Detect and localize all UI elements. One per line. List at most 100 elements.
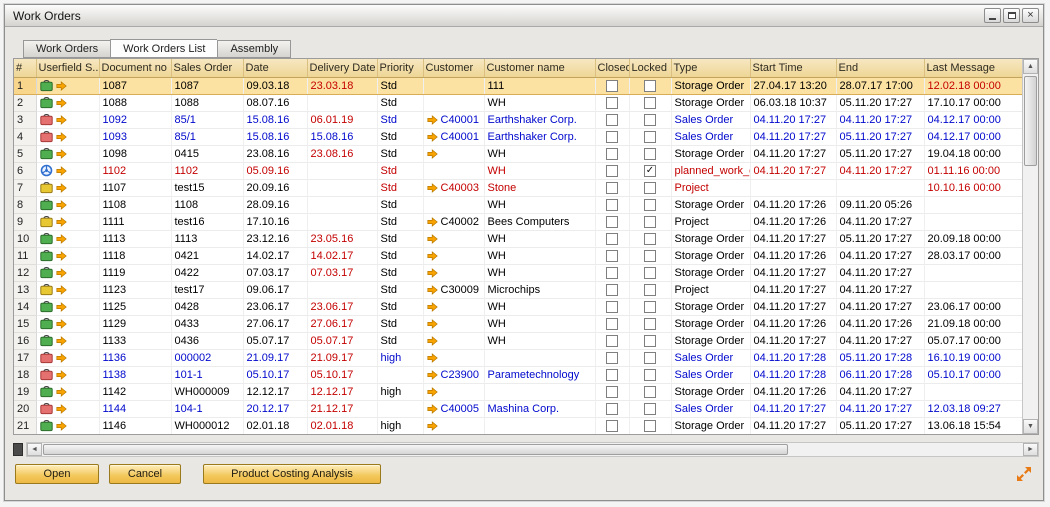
cell-sales-order[interactable]: WH000009 (171, 383, 243, 400)
cell-end[interactable]: 05.11.20 17:27 (836, 94, 924, 111)
cell-delivery-date[interactable]: 02.01.18 (307, 417, 377, 434)
cell-userfield[interactable] (36, 145, 99, 162)
cell-customer[interactable]: C40002 (423, 213, 484, 230)
cell-customer[interactable] (423, 145, 484, 162)
cell-delivery-date[interactable]: 21.12.17 (307, 400, 377, 417)
link-arrow-icon[interactable] (56, 268, 67, 278)
cell-userfield[interactable] (36, 247, 99, 264)
cell-start-time[interactable]: 04.11.20 17:28 (750, 366, 836, 383)
column-header-document-no[interactable]: Document no (99, 59, 171, 77)
table-row[interactable]: 71107test1520.09.16StdC40003StoneProject… (14, 179, 1022, 196)
product-costing-analysis-button[interactable]: Product Costing Analysis (203, 464, 381, 484)
expand-form-icon[interactable] (1015, 465, 1033, 483)
row-number[interactable]: 4 (14, 128, 36, 145)
cell-priority[interactable]: Std (377, 162, 423, 179)
link-arrow-icon[interactable] (427, 370, 438, 380)
cell-document-no[interactable]: 1108 (99, 196, 171, 213)
cell-customer-name[interactable] (484, 417, 595, 434)
link-arrow-icon[interactable] (56, 132, 67, 142)
cell-sales-order[interactable]: 1113 (171, 230, 243, 247)
cell-document-no[interactable]: 1087 (99, 77, 171, 94)
scroll-up-button[interactable]: ▲ (1023, 59, 1038, 74)
cell-sales-order[interactable]: 1108 (171, 196, 243, 213)
locked-checkbox[interactable] (644, 182, 656, 194)
link-arrow-icon[interactable] (56, 251, 67, 261)
cancel-button[interactable]: Cancel (109, 464, 181, 484)
cell-type[interactable]: Storage Order (671, 77, 750, 94)
customer-code[interactable]: C23900 (441, 369, 480, 381)
link-arrow-icon[interactable] (56, 234, 67, 244)
cell-type[interactable]: Storage Order (671, 94, 750, 111)
closed-checkbox[interactable] (606, 216, 618, 228)
cell-sales-order[interactable]: test17 (171, 281, 243, 298)
cell-last-message[interactable]: 19.04.18 00:00 (924, 145, 1022, 162)
cell-date[interactable]: 07.03.17 (243, 264, 307, 281)
cell-start-time[interactable]: 04.11.20 17:27 (750, 400, 836, 417)
table-row[interactable]: 11087108709.03.1823.03.18Std111Storage O… (14, 77, 1022, 94)
link-arrow-icon[interactable] (427, 268, 438, 278)
row-number[interactable]: 8 (14, 196, 36, 213)
cell-date[interactable]: 28.09.16 (243, 196, 307, 213)
cell-date[interactable]: 08.07.16 (243, 94, 307, 111)
link-arrow-icon[interactable] (56, 81, 67, 91)
closed-checkbox[interactable] (606, 233, 618, 245)
cell-userfield[interactable] (36, 77, 99, 94)
closed-checkbox[interactable] (606, 182, 618, 194)
cell-sales-order[interactable]: 85/1 (171, 128, 243, 145)
cell-sales-order[interactable]: 85/1 (171, 111, 243, 128)
scroll-right-button[interactable]: ► (1023, 443, 1038, 456)
cell-customer[interactable]: C40003 (423, 179, 484, 196)
open-button[interactable]: Open (15, 464, 99, 484)
cell-date[interactable]: 09.03.18 (243, 77, 307, 94)
column-header-closed[interactable]: Closed (595, 59, 629, 77)
cell-userfield[interactable] (36, 417, 99, 434)
cell-type[interactable]: Project (671, 213, 750, 230)
link-arrow-icon[interactable] (427, 251, 438, 261)
customer-code[interactable]: C40002 (441, 216, 480, 228)
cell-date[interactable]: 21.09.17 (243, 349, 307, 366)
cell-type[interactable]: Sales Order (671, 400, 750, 417)
locked-checkbox[interactable] (644, 420, 656, 432)
cell-userfield[interactable] (36, 298, 99, 315)
cell-type[interactable]: planned_work_order (671, 162, 750, 179)
cell-document-no[interactable]: 1111 (99, 213, 171, 230)
column-header-date[interactable]: Date (243, 59, 307, 77)
cell-sales-order[interactable]: 0428 (171, 298, 243, 315)
cell-priority[interactable]: Std (377, 196, 423, 213)
link-arrow-icon[interactable] (427, 115, 438, 125)
scroll-split-handle[interactable] (13, 443, 23, 456)
closed-checkbox[interactable] (606, 352, 618, 364)
cell-document-no[interactable]: 1144 (99, 400, 171, 417)
cell-customer-name[interactable]: Mashina Corp. (484, 400, 595, 417)
cell-customer[interactable] (423, 383, 484, 400)
cell-date[interactable]: 14.02.17 (243, 247, 307, 264)
link-arrow-icon[interactable] (427, 149, 438, 159)
table-row[interactable]: 121119042207.03.1707.03.17StdWHStorage O… (14, 264, 1022, 281)
cell-sales-order[interactable]: 0422 (171, 264, 243, 281)
link-arrow-icon[interactable] (56, 387, 67, 397)
cell-end[interactable]: 04.11.20 17:27 (836, 162, 924, 179)
locked-checkbox[interactable] (644, 250, 656, 262)
cell-start-time[interactable]: 04.11.20 17:27 (750, 230, 836, 247)
closed-checkbox[interactable] (606, 420, 618, 432)
cell-customer[interactable]: C40005 (423, 400, 484, 417)
cell-type[interactable]: Storage Order (671, 145, 750, 162)
table-row[interactable]: 4109385/115.08.1615.08.16StdC40001Earths… (14, 128, 1022, 145)
column-header-type[interactable]: Type (671, 59, 750, 77)
cell-document-no[interactable]: 1138 (99, 366, 171, 383)
link-arrow-icon[interactable] (56, 98, 67, 108)
table-row[interactable]: 181138101-105.10.1705.10.17C23900Paramet… (14, 366, 1022, 383)
row-number[interactable]: 13 (14, 281, 36, 298)
locked-checkbox[interactable] (644, 284, 656, 296)
cell-document-no[interactable]: 1146 (99, 417, 171, 434)
closed-checkbox[interactable] (606, 199, 618, 211)
cell-userfield[interactable] (36, 400, 99, 417)
cell-last-message[interactable]: 12.03.18 09:27 (924, 400, 1022, 417)
cell-priority[interactable]: Std (377, 128, 423, 145)
column-header-sales-order[interactable]: Sales Order (171, 59, 243, 77)
closed-checkbox[interactable] (606, 267, 618, 279)
cell-start-time[interactable]: 04.11.20 17:27 (750, 162, 836, 179)
cell-document-no[interactable]: 1136 (99, 349, 171, 366)
link-arrow-icon[interactable] (56, 336, 67, 346)
cell-document-no[interactable]: 1107 (99, 179, 171, 196)
